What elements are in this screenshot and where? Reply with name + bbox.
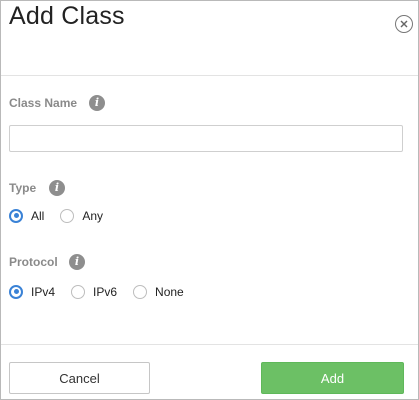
- type-option-any-label: Any: [82, 209, 104, 223]
- protocol-label: Protocol: [9, 255, 58, 269]
- protocol-radio-ipv4[interactable]: IPv4: [9, 285, 55, 299]
- protocol-option-none-label: None: [155, 285, 184, 299]
- class-name-input[interactable]: [9, 125, 403, 152]
- type-radio-any[interactable]: Any: [60, 209, 103, 223]
- type-option-all-label: All: [31, 209, 45, 223]
- footer-divider: [1, 344, 418, 345]
- radio-checked-icon: [9, 285, 23, 299]
- radio-checked-icon: [9, 209, 23, 223]
- radio-unchecked-icon: [60, 209, 75, 223]
- type-info-icon[interactable]: i: [49, 180, 65, 196]
- type-radio-group: All Any: [9, 209, 119, 223]
- radio-unchecked-icon: [133, 285, 148, 299]
- header-divider: [1, 75, 418, 76]
- class-name-label: Class Name: [9, 96, 78, 110]
- protocol-radio-ipv6[interactable]: IPv6: [71, 285, 117, 299]
- protocol-option-ipv6-label: IPv6: [93, 285, 118, 299]
- cancel-button[interactable]: Cancel: [9, 362, 150, 394]
- protocol-info-icon[interactable]: i: [69, 254, 85, 270]
- add-button[interactable]: Add: [261, 362, 404, 394]
- protocol-option-ipv4-label: IPv4: [31, 285, 56, 299]
- radio-unchecked-icon: [71, 285, 86, 299]
- type-radio-all[interactable]: All: [9, 209, 44, 223]
- protocol-radio-none[interactable]: None: [133, 285, 184, 299]
- protocol-radio-group: IPv4 IPv6 None: [9, 285, 200, 299]
- class-name-info-icon[interactable]: i: [89, 95, 105, 111]
- dialog-title: Add Class: [9, 2, 125, 30]
- add-class-dialog: Add Class Class Name i Type i All Any Pr…: [0, 0, 419, 400]
- close-icon[interactable]: [395, 15, 413, 33]
- type-label: Type: [9, 181, 37, 195]
